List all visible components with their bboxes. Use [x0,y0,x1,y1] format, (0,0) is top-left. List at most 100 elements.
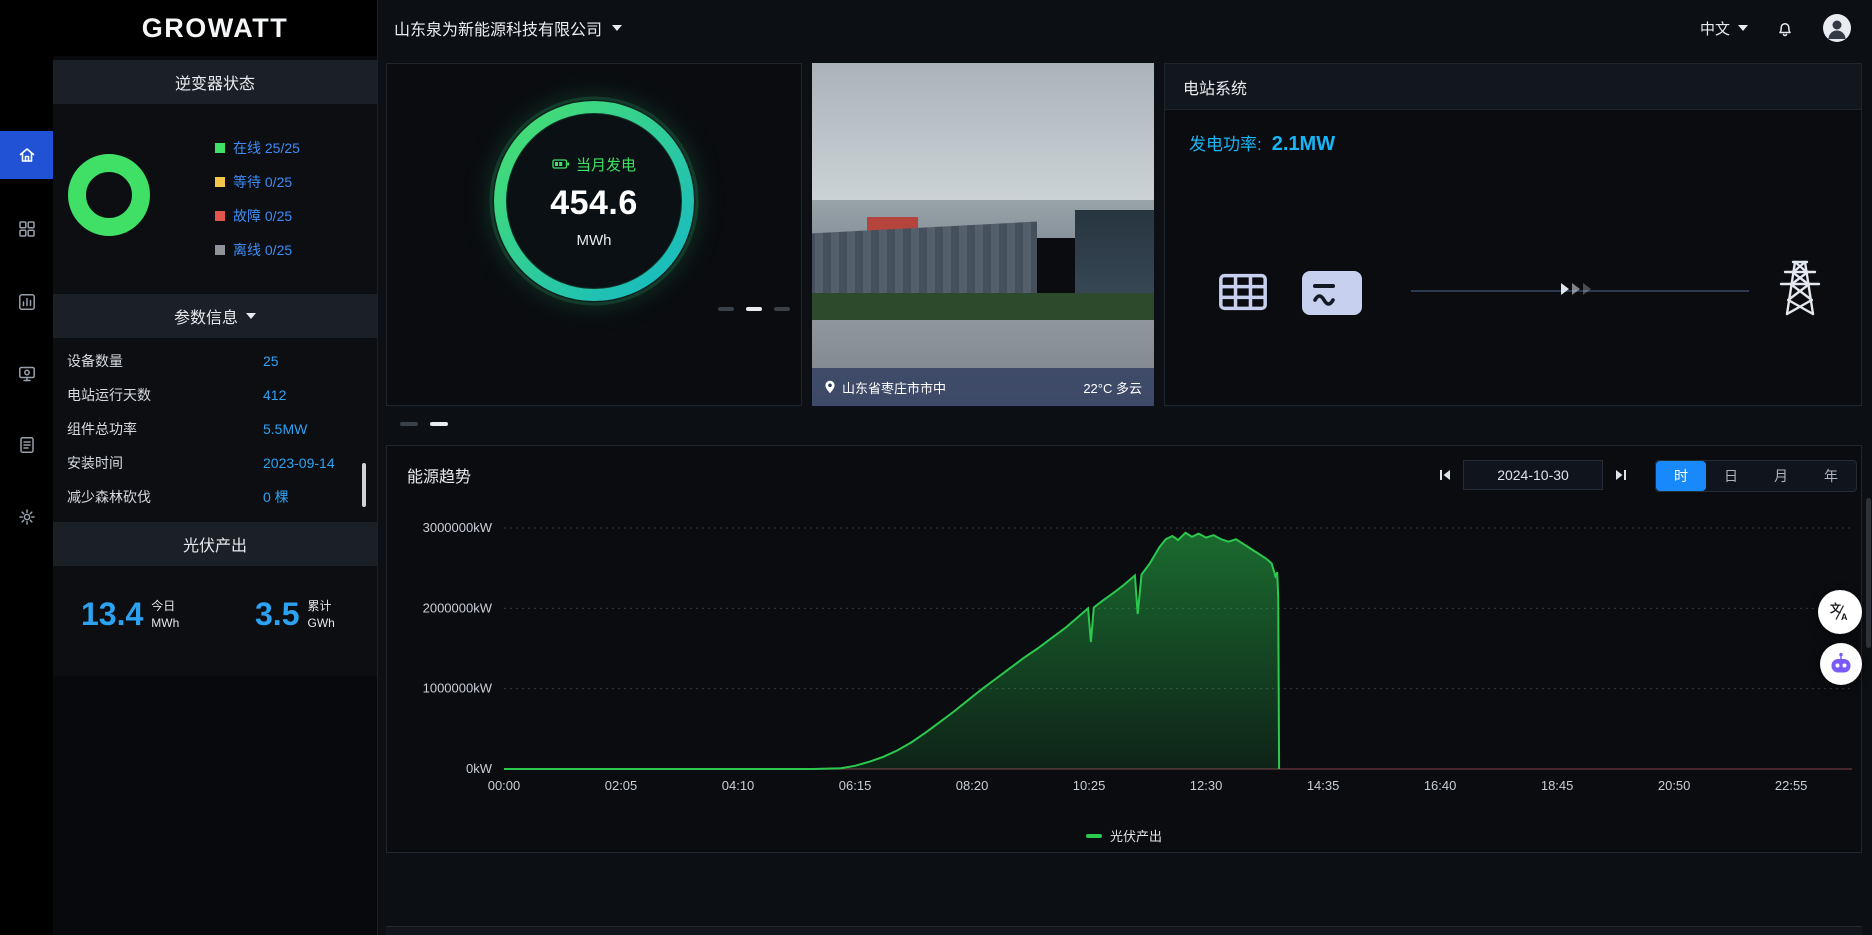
svg-text:14:35: 14:35 [1307,778,1340,793]
svg-text:04:10: 04:10 [722,778,755,793]
param-value: 2023-09-14 [263,455,335,471]
date-picker[interactable]: 2024-10-30 [1463,460,1603,490]
svg-text:A: A [1841,612,1848,622]
next-section-edge [386,926,1862,935]
pv-total-group: 3.5 累计 GWh [255,596,335,633]
plant-name: 山东泉为新能源科技有限公司 [394,16,602,40]
transmission-tower-icon [1771,256,1829,318]
param-label: 减少森林砍伐 [67,487,263,507]
skip-next-icon [1613,467,1629,483]
rail-statistics-icon[interactable] [0,278,53,326]
pv-total-value: 3.5 [255,596,299,633]
carousel-dot[interactable] [774,307,790,311]
donut-ring [63,149,155,241]
home-icon [17,145,37,165]
svg-text:08:20: 08:20 [956,778,989,793]
carousel-dot-active[interactable] [746,307,762,311]
location-text: 山东省枣庄市市中 [842,378,946,397]
location-pin-icon [824,380,836,394]
status-fault-label: 故障 0/25 [233,206,292,226]
param-row: 安装时间 2023-09-14 [53,446,377,480]
apps-grid-icon [17,219,37,239]
status-offline-label: 离线 0/25 [233,240,292,260]
chart-legend: 光伏产出 [387,826,1861,845]
user-avatar[interactable] [1822,13,1852,43]
param-label: 电站运行天数 [67,385,263,405]
icon-rail [0,0,53,935]
battery-icon [552,158,570,170]
rail-apps-icon[interactable] [0,205,53,253]
tab-day[interactable]: 日 [1706,461,1756,491]
pv-total-labels: 累计 GWh [307,598,334,630]
chevron-down-icon [1738,25,1748,31]
tab-hour[interactable]: 时 [1656,461,1706,491]
power-value: 2.1MW [1272,133,1335,156]
svg-text:0kW: 0kW [466,761,493,776]
status-fault-swatch [215,211,225,221]
sidebar-scrollbar-thumb[interactable] [362,463,366,507]
carousel-dot[interactable] [718,307,734,311]
energy-flow-arrows [1561,283,1591,295]
person-icon [1822,13,1852,43]
param-label: 设备数量 [67,351,263,371]
weather-text: 22°C 多云 [1083,378,1142,397]
date-navigator: 2024-10-30 [1437,460,1629,490]
gauge-label: 当月发电 [552,154,636,175]
svg-text:02:05: 02:05 [605,778,638,793]
legend-swatch [1086,834,1102,838]
assistant-robot-button[interactable] [1820,643,1862,685]
translate-button[interactable]: 文 A [1818,590,1862,634]
solar-panel-icon [1215,264,1271,320]
language-selector[interactable]: 中文 [1700,18,1748,39]
carousel-dot-active[interactable] [430,422,448,426]
carousel-dot[interactable] [400,422,418,426]
plant-system-card: 电站系统 发电功率: 2.1MW [1164,63,1862,406]
bell-icon [1774,17,1796,39]
tab-month[interactable]: 月 [1756,461,1806,491]
svg-text:1000000kW: 1000000kW [423,681,493,696]
pv-today-value: 13.4 [81,596,143,633]
svg-text:00:00: 00:00 [488,778,521,793]
prev-day-button[interactable] [1437,467,1453,483]
param-row: 设备数量 25 [53,344,377,378]
param-label: 组件总功率 [67,419,263,439]
status-legend-item: 离线 0/25 [215,240,300,260]
power-label: 发电功率: [1189,130,1262,155]
bar-chart-icon [17,292,37,312]
params-header[interactable]: 参数信息 [53,294,377,338]
next-day-button[interactable] [1613,467,1629,483]
svg-text:10:25: 10:25 [1073,778,1106,793]
chevron-down-icon [612,25,622,31]
param-value: 412 [263,387,286,403]
sidebar: GROWATT 逆变器状态 在线 25/25 等待 0/25 [53,0,378,935]
dashboard-root: GROWATT 逆变器状态 在线 25/25 等待 0/25 [0,0,1872,935]
gear-icon [17,507,37,527]
energy-trend-title: 能源趋势 [407,463,471,487]
skip-previous-icon [1437,467,1453,483]
status-legend-item: 在线 25/25 [215,138,300,158]
pv-today-group: 13.4 今日 MWh [81,596,179,633]
param-row: 减少森林砍伐 0 棵 [53,480,377,514]
rail-home-icon[interactable] [0,131,53,179]
rail-settings-icon[interactable] [0,493,53,541]
inverter-status-body: 在线 25/25 等待 0/25 故障 0/25 离线 0/25 [53,104,377,294]
pv-output-header: 光伏产出 [53,522,377,566]
rail-logs-icon[interactable] [0,421,53,469]
tab-year[interactable]: 年 [1806,461,1856,491]
plant-selector[interactable]: 山东泉为新能源科技有限公司 [394,16,622,40]
system-card-header: 电站系统 [1165,64,1861,110]
topbar-right: 中文 [1700,13,1852,43]
params-title: 参数信息 [174,304,238,328]
inverter-icon [1299,267,1365,319]
status-legend: 在线 25/25 等待 0/25 故障 0/25 离线 0/25 [215,138,300,260]
pv-today-labels: 今日 MWh [151,598,179,630]
rail-device-monitor-icon[interactable] [0,350,53,398]
legend-label: 光伏产出 [1110,826,1162,845]
notifications-button[interactable] [1774,17,1796,39]
location: 山东省枣庄市市中 [824,378,946,397]
svg-text:2000000kW: 2000000kW [423,600,493,615]
topbar: 山东泉为新能源科技有限公司 中文 [378,0,1872,56]
page-scrollbar-thumb[interactable] [1866,498,1871,648]
param-value: 0 棵 [263,487,289,507]
svg-text:3000000kW: 3000000kW [423,520,493,535]
